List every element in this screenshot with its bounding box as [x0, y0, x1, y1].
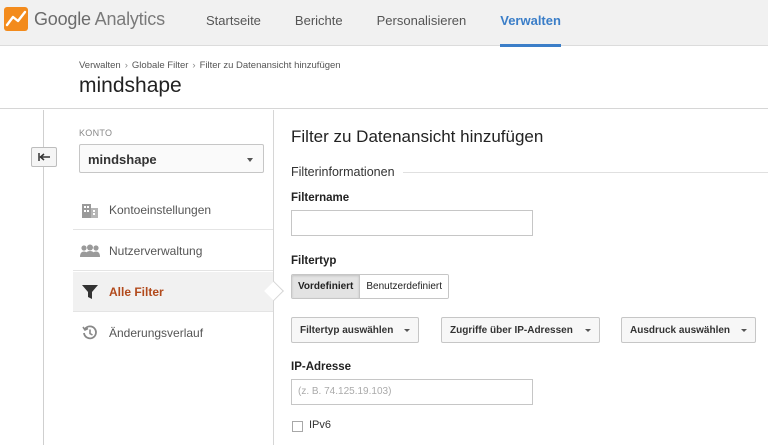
- account-label: KONTO: [79, 128, 113, 138]
- page-title: mindshape: [79, 74, 182, 97]
- sidebar: KONTO mindshape Kontoeinstellungen Nutze…: [73, 110, 284, 445]
- ipv6-label: IPv6: [309, 419, 332, 431]
- nav-berichte[interactable]: Berichte: [295, 0, 343, 46]
- expression-dropdown[interactable]: Ausdruck auswählen: [621, 317, 756, 343]
- dropdown-value: Zugriffe über IP-Adressen: [450, 325, 573, 336]
- sidebar-item-label: Kontoeinstellungen: [109, 202, 212, 217]
- section-title: Filterinformationen: [291, 165, 395, 179]
- chevron-down-icon: [404, 329, 410, 332]
- ipv6-checkbox[interactable]: [292, 421, 303, 432]
- history-icon: [80, 323, 100, 343]
- back-arrow-icon: [38, 153, 50, 161]
- ip-address-input[interactable]: (z. B. 74.125.19.103): [291, 379, 533, 405]
- google-analytics-logo[interactable]: Google Analytics: [4, 7, 165, 31]
- users-icon: [80, 241, 100, 261]
- sidebar-item-label: Nutzerverwaltung: [109, 243, 203, 258]
- page-header: Verwalten › Globale Filter › Filter zu D…: [0, 47, 768, 109]
- filter-type-dropdown[interactable]: Filtertyp auswählen: [291, 317, 419, 343]
- sidebar-item-nutzerverwaltung[interactable]: Nutzerverwaltung: [73, 231, 273, 271]
- form-title: Filter zu Datenansicht hinzufügen: [291, 127, 544, 146]
- sidebar-item-kontoeinstellungen[interactable]: Kontoeinstellungen: [73, 190, 273, 230]
- back-button[interactable]: [31, 147, 57, 167]
- chevron-down-icon: [585, 329, 591, 332]
- nav-verwalten[interactable]: Verwalten: [500, 0, 561, 47]
- breadcrumb: Verwalten › Globale Filter › Filter zu D…: [79, 60, 341, 71]
- chevron-down-icon: [247, 158, 253, 162]
- filter-type-predefined-button[interactable]: Vordefiniert: [292, 275, 360, 298]
- filter-name-input[interactable]: [291, 210, 533, 236]
- building-icon: [80, 200, 100, 220]
- logo-text: Google Analytics: [34, 8, 165, 29]
- traffic-source-dropdown[interactable]: Zugriffe über IP-Adressen: [441, 317, 600, 343]
- ip-address-label: IP-Adresse: [291, 361, 352, 373]
- breadcrumb-globale-filter[interactable]: Globale Filter: [132, 60, 189, 71]
- active-pointer: [264, 281, 284, 301]
- sidebar-item-label: Alle Filter: [109, 284, 164, 299]
- filter-type-label: Filtertyp: [291, 255, 337, 267]
- account-select[interactable]: mindshape: [79, 144, 264, 173]
- sidebar-item-label: Änderungsverlauf: [109, 326, 204, 340]
- filter-name-label: Filtername: [291, 192, 350, 204]
- dropdown-value: Ausdruck auswählen: [630, 325, 731, 336]
- analytics-logo-icon: [4, 7, 28, 31]
- nav-personalisieren[interactable]: Personalisieren: [377, 0, 467, 46]
- dropdown-value: Filtertyp auswählen: [300, 325, 394, 336]
- main-nav: Startseite Berichte Personalisieren Verw…: [206, 0, 595, 47]
- filter-icon: [80, 282, 100, 302]
- filter-type-custom-button[interactable]: Benutzerdefiniert: [359, 275, 448, 298]
- top-bar: Google Analytics Startseite Berichte Per…: [0, 0, 768, 47]
- breadcrumb-separator: ›: [124, 60, 128, 71]
- filter-type-toggle: Vordefiniert Benutzerdefiniert: [291, 274, 449, 299]
- account-select-value: mindshape: [88, 152, 157, 167]
- breadcrumb-separator: ›: [192, 60, 196, 71]
- breadcrumb-current: Filter zu Datenansicht hinzufügen: [199, 60, 341, 71]
- sidebar-item-aenderungsverlauf[interactable]: Änderungsverlauf: [73, 313, 273, 353]
- chevron-down-icon: [741, 329, 747, 332]
- nav-startseite[interactable]: Startseite: [206, 0, 261, 46]
- breadcrumb-verwalten[interactable]: Verwalten: [79, 60, 121, 71]
- sidebar-item-alle-filter[interactable]: Alle Filter: [73, 272, 284, 312]
- section-divider: [403, 172, 768, 173]
